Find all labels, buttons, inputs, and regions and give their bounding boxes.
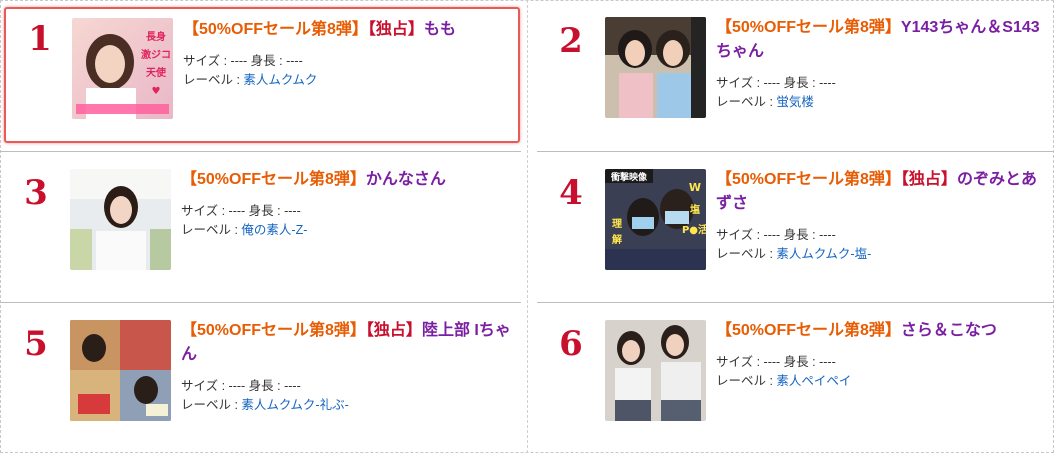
item-thumbnail[interactable]: 長身 激ジコ 天使 ♥	[72, 18, 173, 119]
ranking-item-3[interactable]: 3 【50%OFFセール第8弾】かんなさん サイズ : ---- 身長 : --…	[0, 152, 516, 292]
item-title[interactable]: 【50%OFFセール第8弾】【独占】もも	[183, 18, 513, 42]
svg-text:激ジコ: 激ジコ	[141, 48, 171, 61]
item-title[interactable]: 【50%OFFセール第8弾】【独占】のぞみとあずさ	[716, 168, 1046, 216]
item-info: 【50%OFFセール第8弾】【独占】もも サイズ : ---- 身長 : ---…	[183, 18, 513, 90]
rank-number: 2	[559, 21, 583, 61]
item-title[interactable]: 【50%OFFセール第8弾】かんなさん	[181, 168, 511, 192]
ranking-item-4[interactable]: 4 衝撃映像 W 塩 P●活 理 解 【50%OFFセール第8弾】【独占】のぞみ…	[535, 152, 1051, 292]
item-title[interactable]: 【50%OFFセール第8弾】【独占】陸上部 Iちゃん	[181, 319, 511, 367]
svg-text:W: W	[689, 181, 701, 194]
rank-number: 3	[24, 173, 48, 213]
rank-number: 1	[28, 19, 52, 59]
item-info: 【50%OFFセール第8弾】Y143ちゃん＆S143ちゃん サイズ : ----…	[716, 16, 1046, 112]
item-title[interactable]: 【50%OFFセール第8弾】Y143ちゃん＆S143ちゃん	[716, 16, 1046, 64]
svg-text:天使: 天使	[146, 66, 167, 79]
size-info: サイズ : ---- 身長 : ----	[183, 54, 303, 68]
size-info: サイズ : ---- 身長 : ----	[181, 204, 301, 218]
ranking-item-1[interactable]: 1 長身 激ジコ 天使 ♥ 【50%OFFセール第8弾】【独占】もも サイズ :…	[4, 7, 520, 143]
item-thumbnail[interactable]	[70, 169, 171, 270]
item-thumbnail[interactable]: 衝撃映像 W 塩 P●活 理 解	[605, 169, 706, 270]
label-info: レーベル : 蛍気楼	[716, 93, 1046, 112]
item-name: かんなさん	[365, 171, 446, 188]
label-info: レーベル : 素人ムクムク-塩-	[716, 245, 1046, 264]
item-thumbnail[interactable]	[70, 320, 171, 421]
ranking-item-2[interactable]: 2 【50%OFFセール第8弾】Y143ちゃん＆S143ちゃん サイズ : --…	[535, 0, 1051, 140]
label-info: レーベル : 俺の素人-Z-	[181, 221, 511, 240]
size-info: サイズ : ---- 身長 : ----	[716, 355, 836, 369]
svg-text:P●活: P●活	[682, 223, 706, 236]
label-link[interactable]: 素人ムクムク-塩-	[776, 247, 871, 261]
label-prefix: レーベル :	[716, 95, 777, 109]
label-link[interactable]: 素人ムクムク-礼ぶ-	[241, 398, 348, 412]
svg-text:衝撃映像: 衝撃映像	[610, 171, 648, 183]
label-prefix: レーベル :	[181, 398, 242, 412]
sale-tag: 【50%OFFセール第8弾】	[716, 171, 901, 188]
label-info: レーベル : 素人ペイペイ	[716, 372, 1046, 391]
label-link[interactable]: 蛍気楼	[776, 95, 814, 109]
label-link[interactable]: 素人ムクムク	[243, 73, 317, 87]
item-info: 【50%OFFセール第8弾】かんなさん サイズ : ---- 身長 : ----…	[181, 168, 511, 240]
label-prefix: レーベル :	[716, 374, 777, 388]
svg-text:理: 理	[612, 218, 622, 230]
label-prefix: レーベル :	[716, 247, 777, 261]
label-link[interactable]: 素人ペイペイ	[776, 374, 851, 388]
label-prefix: レーベル :	[181, 223, 242, 237]
sale-tag: 【50%OFFセール第8弾】	[181, 322, 366, 339]
size-info: サイズ : ---- 身長 : ----	[716, 76, 836, 90]
rank-number: 6	[559, 324, 583, 364]
sale-tag: 【50%OFFセール第8弾】	[716, 322, 901, 339]
sale-tag: 【50%OFFセール第8弾】	[716, 19, 901, 36]
item-info: 【50%OFFセール第8弾】【独占】のぞみとあずさ サイズ : ---- 身長 …	[716, 168, 1046, 264]
item-thumbnail[interactable]	[605, 17, 706, 118]
exclusive-tag: 【独占】	[365, 322, 422, 339]
item-info: 【50%OFFセール第8弾】さら＆こなつ サイズ : ---- 身長 : ---…	[716, 319, 1046, 391]
column-divider	[527, 0, 528, 453]
label-link[interactable]: 俺の素人-Z-	[241, 223, 307, 237]
sale-tag: 【50%OFFセール第8弾】	[183, 21, 368, 38]
rank-number: 4	[559, 173, 583, 213]
item-name: さら＆こなつ	[900, 322, 997, 339]
svg-text:♥: ♥	[152, 86, 161, 97]
item-info: 【50%OFFセール第8弾】【独占】陸上部 Iちゃん サイズ : ---- 身長…	[181, 319, 511, 415]
label-prefix: レーベル :	[183, 73, 244, 87]
rank-number: 5	[24, 324, 48, 364]
item-name: もも	[423, 21, 456, 38]
size-info: サイズ : ---- 身長 : ----	[181, 379, 301, 393]
ranking-item-6[interactable]: 6 【50%OFFセール第8弾】さら＆こなつ サイズ : ---- 身長 : -…	[535, 303, 1051, 443]
sale-tag: 【50%OFFセール第8弾】	[181, 171, 366, 188]
svg-text:長身: 長身	[146, 30, 166, 43]
exclusive-tag: 【独占】	[367, 21, 424, 38]
ranking-item-5[interactable]: 5 【50%OFFセール第8弾】【独占】陸上部 Iちゃん サイズ : ---- …	[0, 303, 516, 443]
item-title[interactable]: 【50%OFFセール第8弾】さら＆こなつ	[716, 319, 1046, 343]
item-thumbnail[interactable]	[605, 320, 706, 421]
svg-text:塩: 塩	[690, 203, 700, 216]
label-info: レーベル : 素人ムクムク-礼ぶ-	[181, 396, 511, 415]
svg-text:解: 解	[612, 233, 622, 246]
size-info: サイズ : ---- 身長 : ----	[716, 228, 836, 242]
exclusive-tag: 【独占】	[900, 171, 957, 188]
label-info: レーベル : 素人ムクムク	[183, 71, 513, 90]
